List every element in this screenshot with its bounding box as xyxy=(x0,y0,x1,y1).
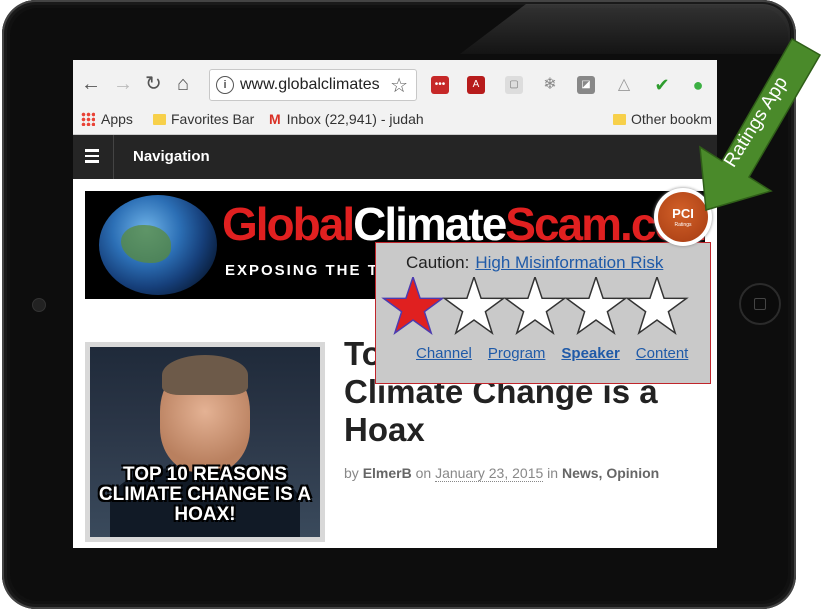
bookmark-apps[interactable]: Apps xyxy=(81,111,133,127)
bookmark-favorites[interactable]: Favorites Bar xyxy=(153,111,254,127)
author-link[interactable]: ElmerB xyxy=(363,465,412,481)
article-image[interactable]: TOP 10 REASONS CLIMATE CHANGE IS A HOAX! xyxy=(85,342,325,542)
extension-icon[interactable]: ▢ xyxy=(505,76,523,94)
bookmark-label: Apps xyxy=(101,111,133,127)
caution-label: Caution: xyxy=(406,253,470,272)
bookmark-label: Inbox (22,941) - judah xyxy=(286,111,424,127)
earth-image xyxy=(99,195,217,295)
browser-toolbar: ← → ↻ ⌂ i www.globalclimates ☆ ••• A ▢ ❄… xyxy=(73,60,717,107)
bookmark-label: Favorites Bar xyxy=(171,111,255,127)
hamburger-menu-icon[interactable] xyxy=(85,149,99,166)
byline-on: on xyxy=(415,465,432,481)
article-date[interactable]: January 23, 2015 xyxy=(435,465,544,482)
category-link[interactable]: News xyxy=(562,465,599,481)
camera-icon xyxy=(32,298,46,312)
photo-hair xyxy=(162,355,248,395)
bookmark-inbox[interactable]: M Inbox (22,941) - judah xyxy=(269,111,424,127)
apps-grid-icon xyxy=(81,112,95,126)
nav-title[interactable]: Navigation xyxy=(133,148,210,165)
lastpass-extension-icon[interactable]: ••• xyxy=(431,76,449,94)
pdf-extension-icon[interactable]: A xyxy=(467,76,485,94)
folder-icon xyxy=(153,114,166,125)
nav-divider xyxy=(113,135,114,179)
folder-icon xyxy=(613,114,626,125)
extension-icon[interactable]: ◪ xyxy=(577,76,595,94)
rating-tab-program[interactable]: Program xyxy=(488,345,546,362)
check-extension-icon[interactable]: ✔ xyxy=(653,76,671,94)
article-byline: by ElmerB on January 23, 2015 in News, O… xyxy=(344,465,660,482)
gmail-icon: M xyxy=(269,111,281,127)
site-navbar: Navigation xyxy=(73,135,717,179)
badge-sublabel: Ratings xyxy=(674,222,692,228)
caution-line: Caution: High Misinformation Risk xyxy=(406,253,663,273)
risk-link[interactable]: High Misinformation Risk xyxy=(475,253,663,272)
rating-tab-channel[interactable]: Channel xyxy=(416,345,472,362)
star-empty-icon xyxy=(625,277,689,336)
byline-by: by xyxy=(344,465,359,481)
address-bar[interactable]: i www.globalclimates ☆ xyxy=(209,69,417,101)
back-arrow-icon[interactable]: ← xyxy=(81,74,101,94)
home-nav-icon[interactable]: ⌂ xyxy=(177,74,189,94)
rating-tab-content[interactable]: Content xyxy=(636,345,689,362)
rating-tab-speaker[interactable]: Speaker xyxy=(561,345,619,362)
home-button[interactable] xyxy=(739,283,781,325)
url-text: www.globalclimates xyxy=(240,76,380,93)
snowflake-extension-icon[interactable]: ❄ xyxy=(541,76,559,94)
home-icon xyxy=(754,298,766,310)
bookmarks-bar: Apps Favorites Bar M Inbox (22,941) - jud… xyxy=(73,106,717,135)
rating-tabs: Channel Program Speaker Content xyxy=(416,345,704,362)
star-empty-icon xyxy=(442,277,506,336)
star-empty-icon xyxy=(503,277,567,336)
article-photo: TOP 10 REASONS CLIMATE CHANGE IS A HOAX! xyxy=(90,347,320,537)
forward-arrow-icon[interactable]: → xyxy=(113,74,133,94)
category-link[interactable]: Opinion xyxy=(606,465,659,481)
image-caption: TOP 10 REASONS CLIMATE CHANGE IS A HOAX! xyxy=(98,464,312,525)
info-icon[interactable]: i xyxy=(216,76,234,94)
byline-in: in xyxy=(547,465,559,481)
ratings-popup: Caution: High Misinformation Risk Channel… xyxy=(375,242,711,384)
star-empty-icon xyxy=(564,277,628,336)
drive-extension-icon[interactable]: △ xyxy=(615,76,633,94)
reload-icon[interactable]: ↻ xyxy=(145,74,162,94)
star-filled-icon xyxy=(381,277,445,336)
bookmark-star-icon[interactable]: ☆ xyxy=(390,73,408,98)
